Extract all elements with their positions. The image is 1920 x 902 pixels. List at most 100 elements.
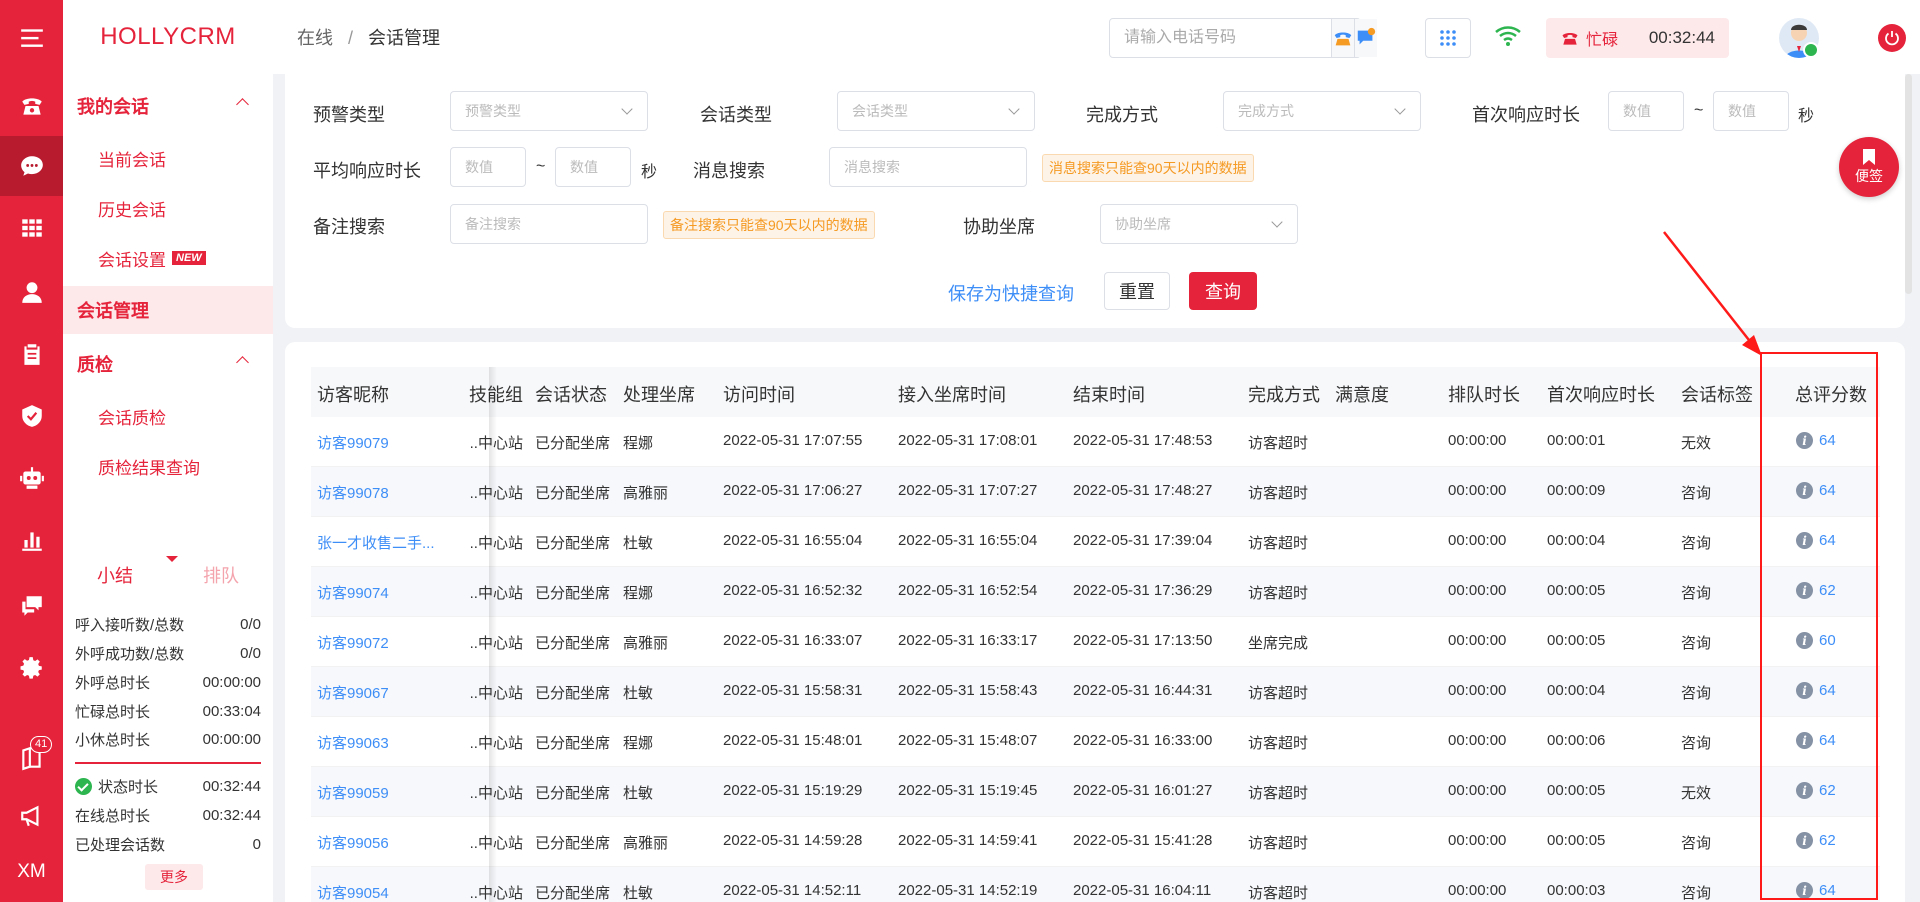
finish-method-cell: 访客超时 bbox=[1248, 735, 1309, 752]
remark-search-input[interactable]: 备注搜索 bbox=[450, 204, 648, 244]
book-icon[interactable]: 41 bbox=[0, 728, 63, 788]
end-time-cell: 2022-05-31 15:41:28 bbox=[1073, 832, 1213, 849]
table-row[interactable]: 访客99074中心站...已分配坐席程娜2022-05-31 16:52:322… bbox=[311, 567, 1880, 617]
agent-status-box[interactable]: 忙碌 00:32:44 bbox=[1546, 18, 1729, 58]
chart-icon[interactable] bbox=[0, 510, 63, 570]
nav-group-quality[interactable]: 质检 bbox=[63, 340, 273, 388]
finish-method-select[interactable]: 完成方式 bbox=[1223, 91, 1421, 131]
column-header[interactable]: 满意度 bbox=[1335, 381, 1389, 407]
table-row[interactable]: 访客99072中心站...已分配坐席高雅丽2022-05-31 16:33:07… bbox=[311, 617, 1880, 667]
table-row[interactable]: 张一才收售二手...中心站...已分配坐席杜敏2022-05-31 16:55:… bbox=[311, 517, 1880, 567]
table-row[interactable]: 访客99059中心站...已分配坐席杜敏2022-05-31 15:19:292… bbox=[311, 767, 1880, 817]
column-header[interactable]: 访问时间 bbox=[723, 381, 795, 407]
agent-cell: 程娜 bbox=[623, 735, 654, 752]
nav-item-history-session[interactable]: 历史会话 bbox=[63, 184, 273, 232]
top-header: 在线 / 会话管理 忙碌 00:32:44 bbox=[273, 0, 1920, 74]
menu-icon[interactable] bbox=[0, 8, 63, 68]
visitor-name-link[interactable]: 访客99063 bbox=[317, 732, 389, 753]
notification-badge: 41 bbox=[30, 736, 53, 753]
session-tag-cell: 咨询 bbox=[1681, 635, 1712, 652]
table-row[interactable]: 访客99078中心站...已分配坐席高雅丽2022-05-31 17:06:27… bbox=[311, 467, 1880, 517]
column-header[interactable]: 会话标签 bbox=[1681, 381, 1753, 407]
table-row[interactable]: 访客99056中心站...已分配坐席高雅丽2022-05-31 14:59:28… bbox=[311, 817, 1880, 867]
queue-duration-cell: 00:00:00 bbox=[1448, 832, 1507, 849]
apps-grid-button[interactable] bbox=[1425, 18, 1471, 58]
chat-icon[interactable] bbox=[0, 136, 63, 196]
visitor-name-link[interactable]: 访客99067 bbox=[317, 682, 389, 703]
table-row[interactable]: 访客99054中心站...已分配坐席杜敏2022-05-31 14:52:112… bbox=[311, 867, 1880, 902]
filter-scrollbar[interactable] bbox=[1905, 74, 1912, 294]
end-time-cell: 2022-05-31 16:04:11 bbox=[1073, 882, 1212, 899]
column-header[interactable]: 排队时长 bbox=[1448, 381, 1520, 407]
summary-row: 外呼成功数/总数 0/0 bbox=[75, 644, 261, 663]
tab-summary[interactable]: 小结 bbox=[97, 562, 133, 588]
table-row[interactable]: 访客99067中心站...已分配坐席杜敏2022-05-31 15:58:312… bbox=[311, 667, 1880, 717]
tab-queue[interactable]: 排队 bbox=[203, 562, 239, 588]
message-search-input[interactable]: 消息搜索 bbox=[829, 147, 1027, 187]
assist-agent-select[interactable]: 协助坐席 bbox=[1100, 204, 1298, 244]
user-icon[interactable] bbox=[0, 262, 63, 322]
column-header[interactable]: 结束时间 bbox=[1073, 381, 1145, 407]
nav-item-quality-result[interactable]: 质检结果查询 bbox=[63, 442, 273, 490]
table-row[interactable]: 访客99063中心站...已分配坐席程娜2022-05-31 15:48:012… bbox=[311, 717, 1880, 767]
column-header[interactable]: 会话状态 bbox=[535, 381, 607, 407]
sms-button[interactable] bbox=[1354, 19, 1377, 57]
table-icon[interactable] bbox=[0, 198, 63, 258]
megaphone-icon[interactable] bbox=[0, 786, 63, 846]
table-row[interactable]: 访客99079中心站...已分配坐席程娜2022-05-31 17:07:552… bbox=[311, 417, 1880, 467]
chevron-down-icon bbox=[1008, 103, 1020, 115]
messages-icon[interactable] bbox=[0, 576, 63, 636]
first-response-cell: 00:00:05 bbox=[1547, 832, 1606, 849]
more-button[interactable]: 更多 bbox=[145, 864, 203, 890]
visitor-name-link[interactable]: 访客99074 bbox=[317, 582, 389, 603]
phone-input[interactable] bbox=[1110, 19, 1331, 57]
breadcrumb-root[interactable]: 在线 bbox=[297, 28, 333, 48]
column-header[interactable]: 处理坐席 bbox=[623, 381, 695, 407]
reset-button[interactable]: 重置 bbox=[1104, 272, 1170, 310]
breadcrumb-current: 会话管理 bbox=[368, 28, 441, 48]
nav-item-current-session[interactable]: 当前会话 bbox=[63, 134, 273, 182]
robot-icon[interactable] bbox=[0, 448, 63, 508]
message-search-label: 消息搜索 bbox=[693, 161, 765, 181]
visit-time-cell: 2022-05-31 16:52:32 bbox=[723, 582, 863, 599]
avg-response-max-input[interactable]: 数值 bbox=[555, 147, 631, 187]
avg-response-min-input[interactable]: 数值 bbox=[450, 147, 526, 187]
first-response-label: 首次响应时长 bbox=[1472, 105, 1580, 125]
column-header[interactable]: 完成方式 bbox=[1248, 381, 1320, 407]
shield-icon[interactable] bbox=[0, 386, 63, 446]
nav-group-my-sessions[interactable]: 我的会话 bbox=[63, 82, 273, 130]
join-time-cell: 2022-05-31 15:58:43 bbox=[898, 682, 1038, 699]
visitor-name-link[interactable]: 访客99079 bbox=[317, 432, 389, 453]
sticky-note-button[interactable]: 便签 bbox=[1839, 137, 1899, 197]
visitor-name-link[interactable]: 访客99056 bbox=[317, 832, 389, 853]
visitor-name-link[interactable]: 访客99072 bbox=[317, 632, 389, 653]
query-button[interactable]: 查询 bbox=[1189, 272, 1257, 310]
column-header[interactable]: 访客昵称 bbox=[317, 381, 389, 407]
nav-item-session-management[interactable]: 会话管理 bbox=[63, 286, 273, 334]
warn-type-select[interactable]: 预警类型 bbox=[450, 91, 648, 131]
phone-icon[interactable] bbox=[0, 76, 63, 136]
finish-method-cell: 访客超时 bbox=[1248, 885, 1309, 902]
session-type-select[interactable]: 会话类型 bbox=[837, 91, 1035, 131]
dial-button[interactable] bbox=[1331, 19, 1354, 57]
visitor-name-link[interactable]: 访客99078 bbox=[317, 482, 389, 503]
visitor-name-link[interactable]: 访客99054 bbox=[317, 882, 389, 902]
sticky-note-label: 便签 bbox=[1855, 168, 1883, 184]
nav-item-session-quality[interactable]: 会话质检 bbox=[63, 392, 273, 440]
nav-group-label: 质检 bbox=[77, 355, 113, 375]
finish-method-cell: 访客超时 bbox=[1248, 535, 1309, 552]
clipboard-icon[interactable] bbox=[0, 324, 63, 384]
column-header[interactable]: 接入坐席时间 bbox=[898, 381, 1006, 407]
session-table: 访客昵称 技能组 会话状态 处理坐席 访问时间 接入坐席时间 结束时间 完成方式… bbox=[285, 342, 1905, 902]
first-response-max-input[interactable]: 数值 bbox=[1713, 91, 1789, 131]
grid-icon bbox=[1440, 30, 1456, 46]
visitor-name-link[interactable]: 访客99059 bbox=[317, 782, 389, 803]
first-response-min-input[interactable]: 数值 bbox=[1608, 91, 1684, 131]
column-header[interactable]: 首次响应时长 bbox=[1547, 381, 1655, 407]
visitor-name-link[interactable]: 张一才收售二手... bbox=[317, 532, 435, 553]
gear-icon[interactable] bbox=[0, 638, 63, 698]
nav-item-session-settings[interactable]: 会话设置 NEW bbox=[63, 234, 273, 282]
power-button[interactable] bbox=[1878, 24, 1906, 52]
agent-cell: 杜敏 bbox=[623, 685, 654, 702]
save-quick-query-link[interactable]: 保存为快捷查询 bbox=[948, 280, 1074, 306]
